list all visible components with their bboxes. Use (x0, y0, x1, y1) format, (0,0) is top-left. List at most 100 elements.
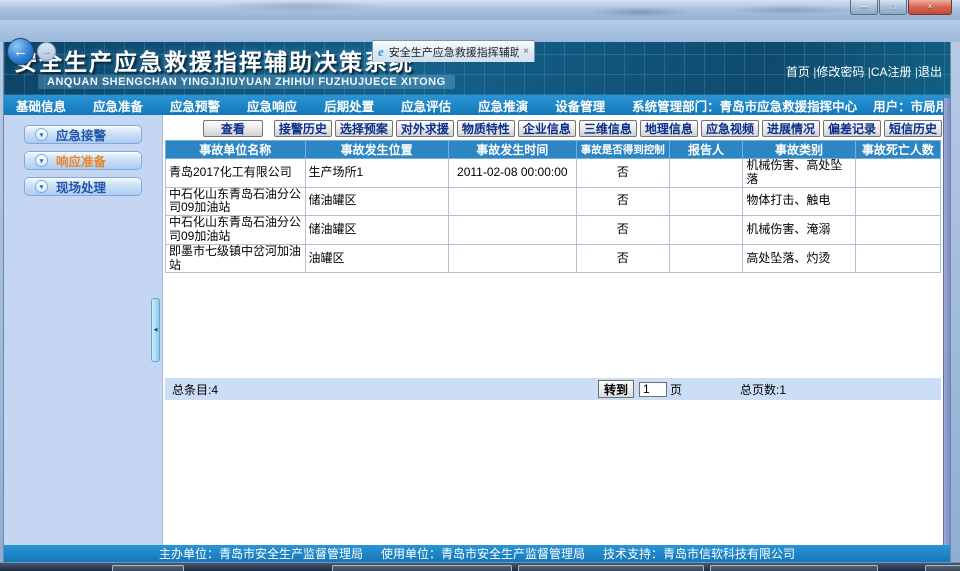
sidebar-item-response-prepare[interactable]: ▾ 响应准备 (24, 151, 142, 170)
3d-info-button[interactable]: 三维信息 (579, 120, 637, 137)
content-pane: 查看 接警历史 选择预案 对外求援 物质特性 企业信息 三维信息 地理信息 应急… (163, 115, 950, 545)
goto-page-button[interactable]: 转到 (598, 380, 634, 398)
taskbar-button[interactable] (925, 565, 960, 571)
link-logout[interactable]: 退出 (912, 65, 942, 79)
sidebar-item-label: 现场处理 (56, 177, 106, 196)
cell-time (448, 244, 576, 273)
page-viewport: 安全生产应急救援指挥辅助决策系统 ANQUAN SHENGCHAN YINGJI… (3, 42, 951, 562)
sidebar-item-emergency-call[interactable]: ▾ 应急接警 (24, 125, 142, 144)
menu-items: 基础信息 应急准备 应急预警 应急响应 后期处置 应急评估 应急推演 设备管理 … (4, 96, 682, 115)
link-home[interactable]: 首页 (786, 65, 810, 79)
material-property-button[interactable]: 物质特性 (457, 120, 515, 137)
browser-back-button[interactable]: ← (7, 38, 34, 65)
sidebar: ▾ 应急接警 ▾ 响应准备 ▾ 现场处理 (4, 115, 163, 545)
window-titlebar: — □ × (0, 0, 960, 20)
cell-controlled: 否 (576, 159, 669, 188)
menu-item-emergency-evaluate[interactable]: 应急评估 (401, 96, 451, 115)
external-help-button[interactable]: 对外求援 (396, 120, 454, 137)
menu-item-emergency-warning[interactable]: 应急预警 (170, 96, 220, 115)
table-row[interactable]: 中石化山东青岛石油分公司09加油站 储油罐区 否 物体打击、触电 (166, 187, 941, 216)
cell-location: 储油罐区 (305, 216, 448, 245)
cell-category: 机械伤害、淹溺 (743, 216, 855, 245)
main-menu-bar: 基础信息 应急准备 应急预警 应急响应 后期处置 应急评估 应急推演 设备管理 … (4, 95, 950, 115)
link-change-password[interactable]: 修改密码 (810, 65, 864, 79)
view-button[interactable]: 查看 (203, 120, 263, 137)
user-label: 用户：市局用户 (873, 96, 951, 115)
chevron-down-icon: ▾ (35, 180, 48, 193)
menu-item-post-disposal[interactable]: 后期处置 (324, 96, 374, 115)
table-row[interactable]: 中石化山东青岛石油分公司09加油站 储油罐区 否 机械伤害、淹溺 (166, 216, 941, 245)
taskbar-button[interactable] (112, 565, 184, 571)
geo-info-button[interactable]: 地理信息 (640, 120, 698, 137)
menu-item-device-manage[interactable]: 设备管理 (555, 96, 605, 115)
cell-controlled: 否 (576, 187, 669, 216)
cell-category: 物体打击、触电 (743, 187, 855, 216)
browser-navigation-bar: ← → e http://localhost:90/yjzh/frame/hom… (0, 20, 960, 42)
link-ca-register[interactable]: CA注册 (864, 65, 911, 79)
column-header: 事故单位名称 (166, 141, 306, 159)
cell-category: 机械伤害、高处坠落 (743, 159, 855, 188)
total-items-label: 总条目:4 (172, 381, 218, 398)
page-footer: 主办单位：青岛市安全生产监督管理局 使用单位：青岛市安全生产监督管理局 技术支持… (4, 545, 950, 562)
department-label: 部门：青岛市应急救援指挥中心 (682, 96, 857, 115)
sidebar-collapse-handle[interactable]: ◀ (151, 298, 160, 362)
page-number-input[interactable] (639, 382, 667, 397)
cell-deaths (855, 187, 940, 216)
cell-deaths (855, 244, 940, 273)
cell-unit-name: 即墨市七级镇中岔河加油站 (166, 244, 306, 273)
window-maximize-button[interactable]: □ (879, 0, 907, 15)
taskbar-button[interactable] (518, 565, 704, 571)
tab-title: 安全生产应急救援指挥辅助... (389, 44, 519, 60)
menu-item-basic-info[interactable]: 基础信息 (16, 96, 66, 115)
menu-item-emergency-drill[interactable]: 应急推演 (478, 96, 528, 115)
menu-item-system-manage[interactable]: 系统管理 (632, 96, 682, 115)
cell-reporter (669, 244, 743, 273)
sidebar-item-label: 响应准备 (56, 151, 106, 170)
cell-deaths (855, 159, 940, 188)
table-row[interactable]: 青岛2017化工有限公司 生产场所1 2011-02-08 00:00:00 否… (166, 159, 941, 188)
page-unit-label: 页 (670, 381, 682, 398)
progress-button[interactable]: 进展情况 (762, 120, 820, 137)
windows-taskbar (0, 562, 960, 571)
cell-controlled: 否 (576, 216, 669, 245)
menu-item-emergency-prepare[interactable]: 应急准备 (93, 96, 143, 115)
column-header: 事故死亡人数 (855, 141, 940, 159)
menu-item-emergency-response[interactable]: 应急响应 (247, 96, 297, 115)
footer-user-unit: 使用单位：青岛市安全生产监督管理局 (381, 545, 585, 562)
emergency-video-button[interactable]: 应急视频 (701, 120, 759, 137)
site-subtitle: ANQUAN SHENGCHAN YINGJIJIUYUAN ZHIHUI FU… (38, 75, 455, 89)
total-pages-label: 总页数:1 (740, 381, 786, 398)
alarm-history-button[interactable]: 接警历史 (274, 120, 332, 137)
top-links: 首页修改密码CA注册退出 (786, 63, 942, 80)
window-minimize-button[interactable]: — (850, 0, 878, 15)
page-scrollbar[interactable] (943, 98, 950, 545)
cell-time: 2011-02-08 00:00:00 (448, 159, 576, 188)
column-header: 报告人 (669, 141, 743, 159)
site-title: 安全生产应急救援指挥辅助决策系统 (14, 43, 414, 77)
toolbar: 查看 接警历史 选择预案 对外求援 物质特性 企业信息 三维信息 地理信息 应急… (163, 115, 950, 140)
taskbar-button[interactable] (332, 565, 512, 571)
select-plan-button[interactable]: 选择预案 (335, 120, 393, 137)
taskbar-button[interactable] (710, 565, 878, 571)
browser-forward-button[interactable]: → (37, 42, 56, 61)
cell-unit-name: 中石化山东青岛石油分公司09加油站 (166, 216, 306, 245)
tab-favicon-icon: e (378, 45, 384, 58)
column-header: 事故类别 (743, 141, 855, 159)
column-header: 事故发生位置 (305, 141, 448, 159)
chevron-down-icon: ▾ (35, 128, 48, 141)
window-close-button[interactable]: × (908, 0, 952, 15)
cell-deaths (855, 216, 940, 245)
cell-reporter (669, 187, 743, 216)
deviation-record-button[interactable]: 偏差记录 (823, 120, 881, 137)
table-row[interactable]: 即墨市七级镇中岔河加油站 油罐区 否 高处坠落、灼烫 (166, 244, 941, 273)
footer-tech-support: 技术支持：青岛市信软科技有限公司 (603, 545, 795, 562)
tab-close-icon[interactable]: × (523, 46, 529, 57)
sms-history-button[interactable]: 短信历史 (884, 120, 942, 137)
browser-tab[interactable]: e 安全生产应急救援指挥辅助... × (372, 40, 535, 62)
sidebar-item-scene-handle[interactable]: ▾ 现场处理 (24, 177, 142, 196)
cell-time (448, 187, 576, 216)
sidebar-item-label: 应急接警 (56, 125, 106, 144)
enterprise-info-button[interactable]: 企业信息 (518, 120, 576, 137)
cell-reporter (669, 159, 743, 188)
chevron-down-icon: ▾ (35, 154, 48, 167)
